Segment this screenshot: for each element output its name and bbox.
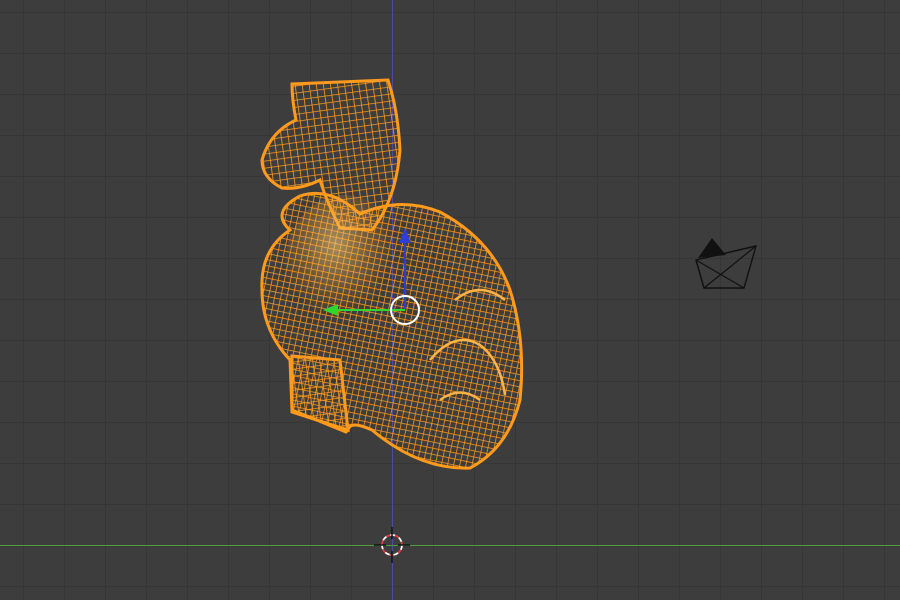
vena-cava-segment[interactable] bbox=[290, 354, 350, 433]
viewport-scene bbox=[260, 78, 758, 563]
camera-up-triangle bbox=[698, 238, 726, 258]
3d-cursor-icon[interactable] bbox=[374, 527, 410, 563]
heart-mesh[interactable] bbox=[260, 78, 524, 470]
mesh-highlight bbox=[285, 195, 405, 335]
camera-icon[interactable] bbox=[695, 238, 758, 289]
3d-viewport[interactable] bbox=[0, 0, 900, 600]
